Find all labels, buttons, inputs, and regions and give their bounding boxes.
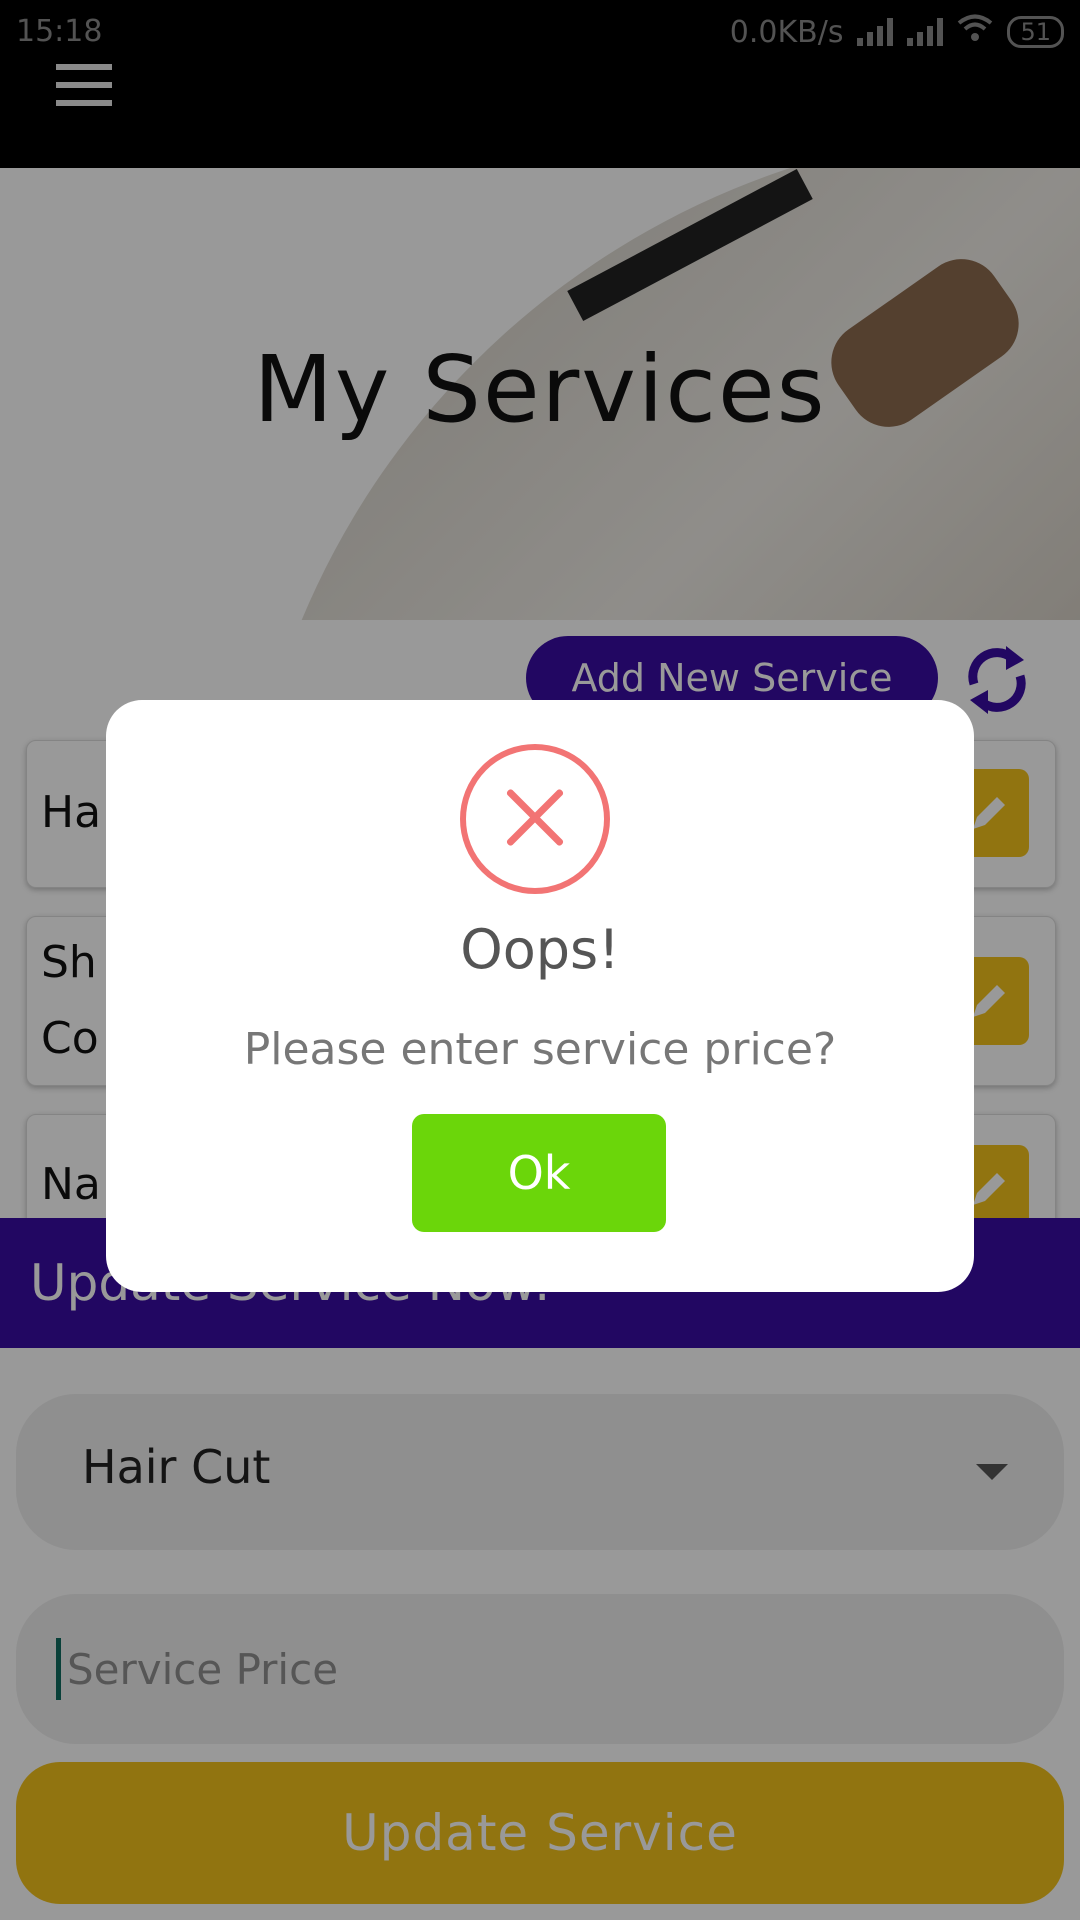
ok-button[interactable]: Ok bbox=[412, 1114, 666, 1232]
error-icon bbox=[460, 744, 610, 894]
error-dialog: Oops! Please enter service price? Ok bbox=[106, 700, 974, 1292]
dialog-message: Please enter service price? bbox=[243, 1024, 837, 1075]
dialog-title: Oops! bbox=[460, 918, 620, 981]
